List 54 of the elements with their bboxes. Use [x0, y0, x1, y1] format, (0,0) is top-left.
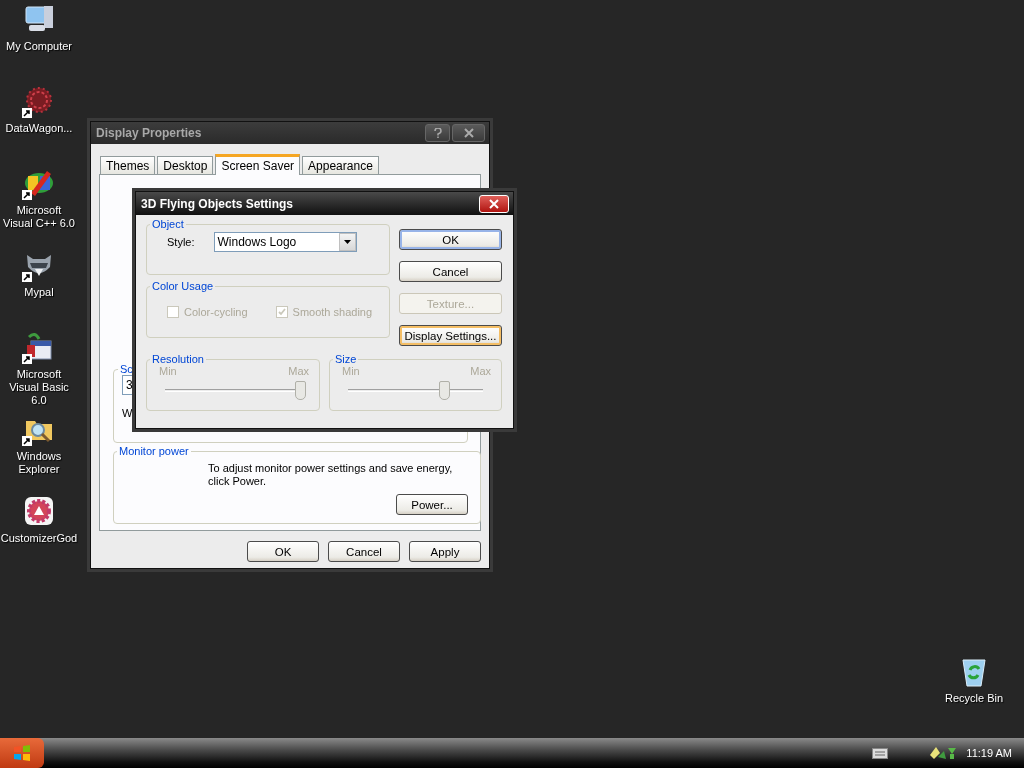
window-title: Display Properties — [96, 126, 202, 140]
shortcut-arrow-icon — [22, 272, 32, 282]
tab[interactable]: Themes — [100, 156, 156, 174]
group-label: Color Usage — [151, 280, 215, 292]
dialog-button[interactable]: OK — [247, 541, 319, 562]
min-label: Min — [342, 365, 360, 377]
desktop-icon-label[interactable]: Microsoft Visual Basic 6.0 — [0, 368, 78, 407]
shortcut-arrow-icon — [22, 190, 32, 200]
dialog-button[interactable]: OK — [399, 229, 502, 250]
shortcut-arrow-icon — [22, 436, 32, 446]
caret-icon — [343, 240, 351, 244]
dialog-button[interactable]: Display Settings... — [399, 325, 502, 346]
monitor-power-text: To adjust monitor power settings and save energy, click Power. — [208, 462, 454, 488]
windows-logo-icon — [13, 745, 31, 761]
group-label: Sc — [119, 363, 134, 375]
style-label: Style: — [167, 235, 195, 249]
group-label: Resolution — [151, 353, 205, 365]
tray-icons-drawing[interactable] — [928, 745, 959, 761]
max-label: Max — [470, 365, 491, 377]
help-button[interactable] — [425, 124, 450, 142]
group-label: Object — [151, 218, 185, 230]
desktop-icon-label[interactable]: Microsoft Visual C++ 6.0 — [0, 204, 78, 230]
close-icon — [489, 198, 499, 209]
start-button[interactable] — [0, 738, 44, 768]
shortcut-arrow-icon — [22, 108, 32, 118]
group-label: Size — [334, 353, 358, 365]
group-label: Monitor power — [118, 445, 190, 457]
gear-icon — [23, 495, 55, 527]
dialog-title: 3D Flying Objects Settings — [141, 196, 294, 211]
close-icon — [463, 128, 474, 138]
help-icon — [433, 128, 442, 138]
desktop-icon-label[interactable]: Windows Explorer — [0, 450, 78, 476]
max-label: Max — [288, 365, 309, 377]
keyboard-icon[interactable] — [872, 747, 889, 759]
power-button[interactable]: Power... — [396, 494, 468, 515]
clock[interactable]: 11:19 AM — [966, 747, 1012, 759]
desktop-icon-label[interactable]: CustomizerGod — [0, 532, 79, 545]
close-button[interactable] — [452, 124, 485, 142]
tab[interactable]: Appearance — [302, 156, 379, 174]
desktop-icon-label[interactable]: My Computer — [5, 40, 73, 53]
dialog-button[interactable]: Cancel — [399, 261, 502, 282]
shortcut-arrow-icon — [22, 354, 32, 364]
check-icon — [277, 308, 286, 316]
dropdown-button[interactable] — [338, 233, 356, 251]
dialog-button[interactable]: Cancel — [328, 541, 400, 562]
desktop-icon-label[interactable]: DataWagon... — [4, 122, 74, 135]
desktop-icon-label[interactable]: Recycle Bin — [943, 692, 1005, 705]
tab[interactable]: Desktop — [157, 156, 214, 174]
desktop-icon-label[interactable]: Mypal — [23, 286, 55, 299]
tab[interactable]: Screen Saver — [215, 154, 301, 175]
screen-saver-text: W — [122, 407, 133, 419]
dialog-button[interactable]: Apply — [409, 541, 481, 562]
min-label: Min — [159, 365, 177, 377]
style-dropdown[interactable]: Windows Logo — [213, 232, 357, 252]
